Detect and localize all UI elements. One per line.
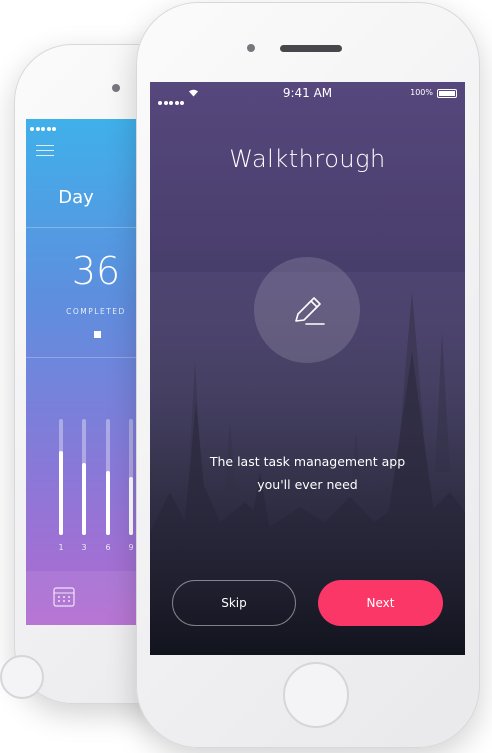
status-bar: 9:41 AM 100%	[150, 82, 465, 105]
back-home-button	[0, 655, 44, 699]
progress-bar	[82, 419, 86, 535]
indicator-square	[94, 331, 101, 338]
edit-icon-circle	[254, 257, 360, 363]
next-button[interactable]: Next	[318, 580, 443, 626]
page-title: Walkthrough	[229, 145, 386, 173]
signal-dots	[30, 124, 58, 133]
front-speaker	[280, 45, 342, 52]
divider	[26, 357, 146, 358]
battery-icon	[437, 89, 457, 98]
back-phone-camera	[112, 84, 120, 92]
tagline-line-2: you'll ever need	[257, 477, 358, 492]
walkthrough-screen: 9:41 AM 100% Walkthrough The last task m…	[150, 82, 465, 655]
calendar-icon[interactable]	[53, 587, 75, 607]
progress-bar-label: 3	[81, 543, 87, 552]
progress-bar	[106, 419, 110, 535]
progress-bar-fill	[106, 471, 110, 535]
front-camera	[247, 44, 255, 52]
home-button[interactable]	[283, 662, 349, 728]
progress-bar	[59, 419, 63, 535]
progress-bar-fill	[59, 451, 63, 535]
progress-bar	[129, 419, 133, 535]
day-label: Day	[58, 187, 94, 208]
tagline: The last task management app you'll ever…	[150, 450, 465, 496]
battery-percent: 100%	[410, 88, 433, 97]
divider	[26, 227, 146, 228]
progress-bar-label: 6	[105, 543, 111, 552]
pencil-icon	[295, 297, 325, 325]
tagline-line-1: The last task management app	[209, 454, 406, 469]
progress-bar-fill	[129, 477, 133, 535]
progress-bar-label: 1	[58, 543, 64, 552]
menu-icon[interactable]	[36, 145, 54, 160]
skip-button[interactable]: Skip	[172, 580, 296, 626]
progress-bar-fill	[82, 463, 86, 535]
